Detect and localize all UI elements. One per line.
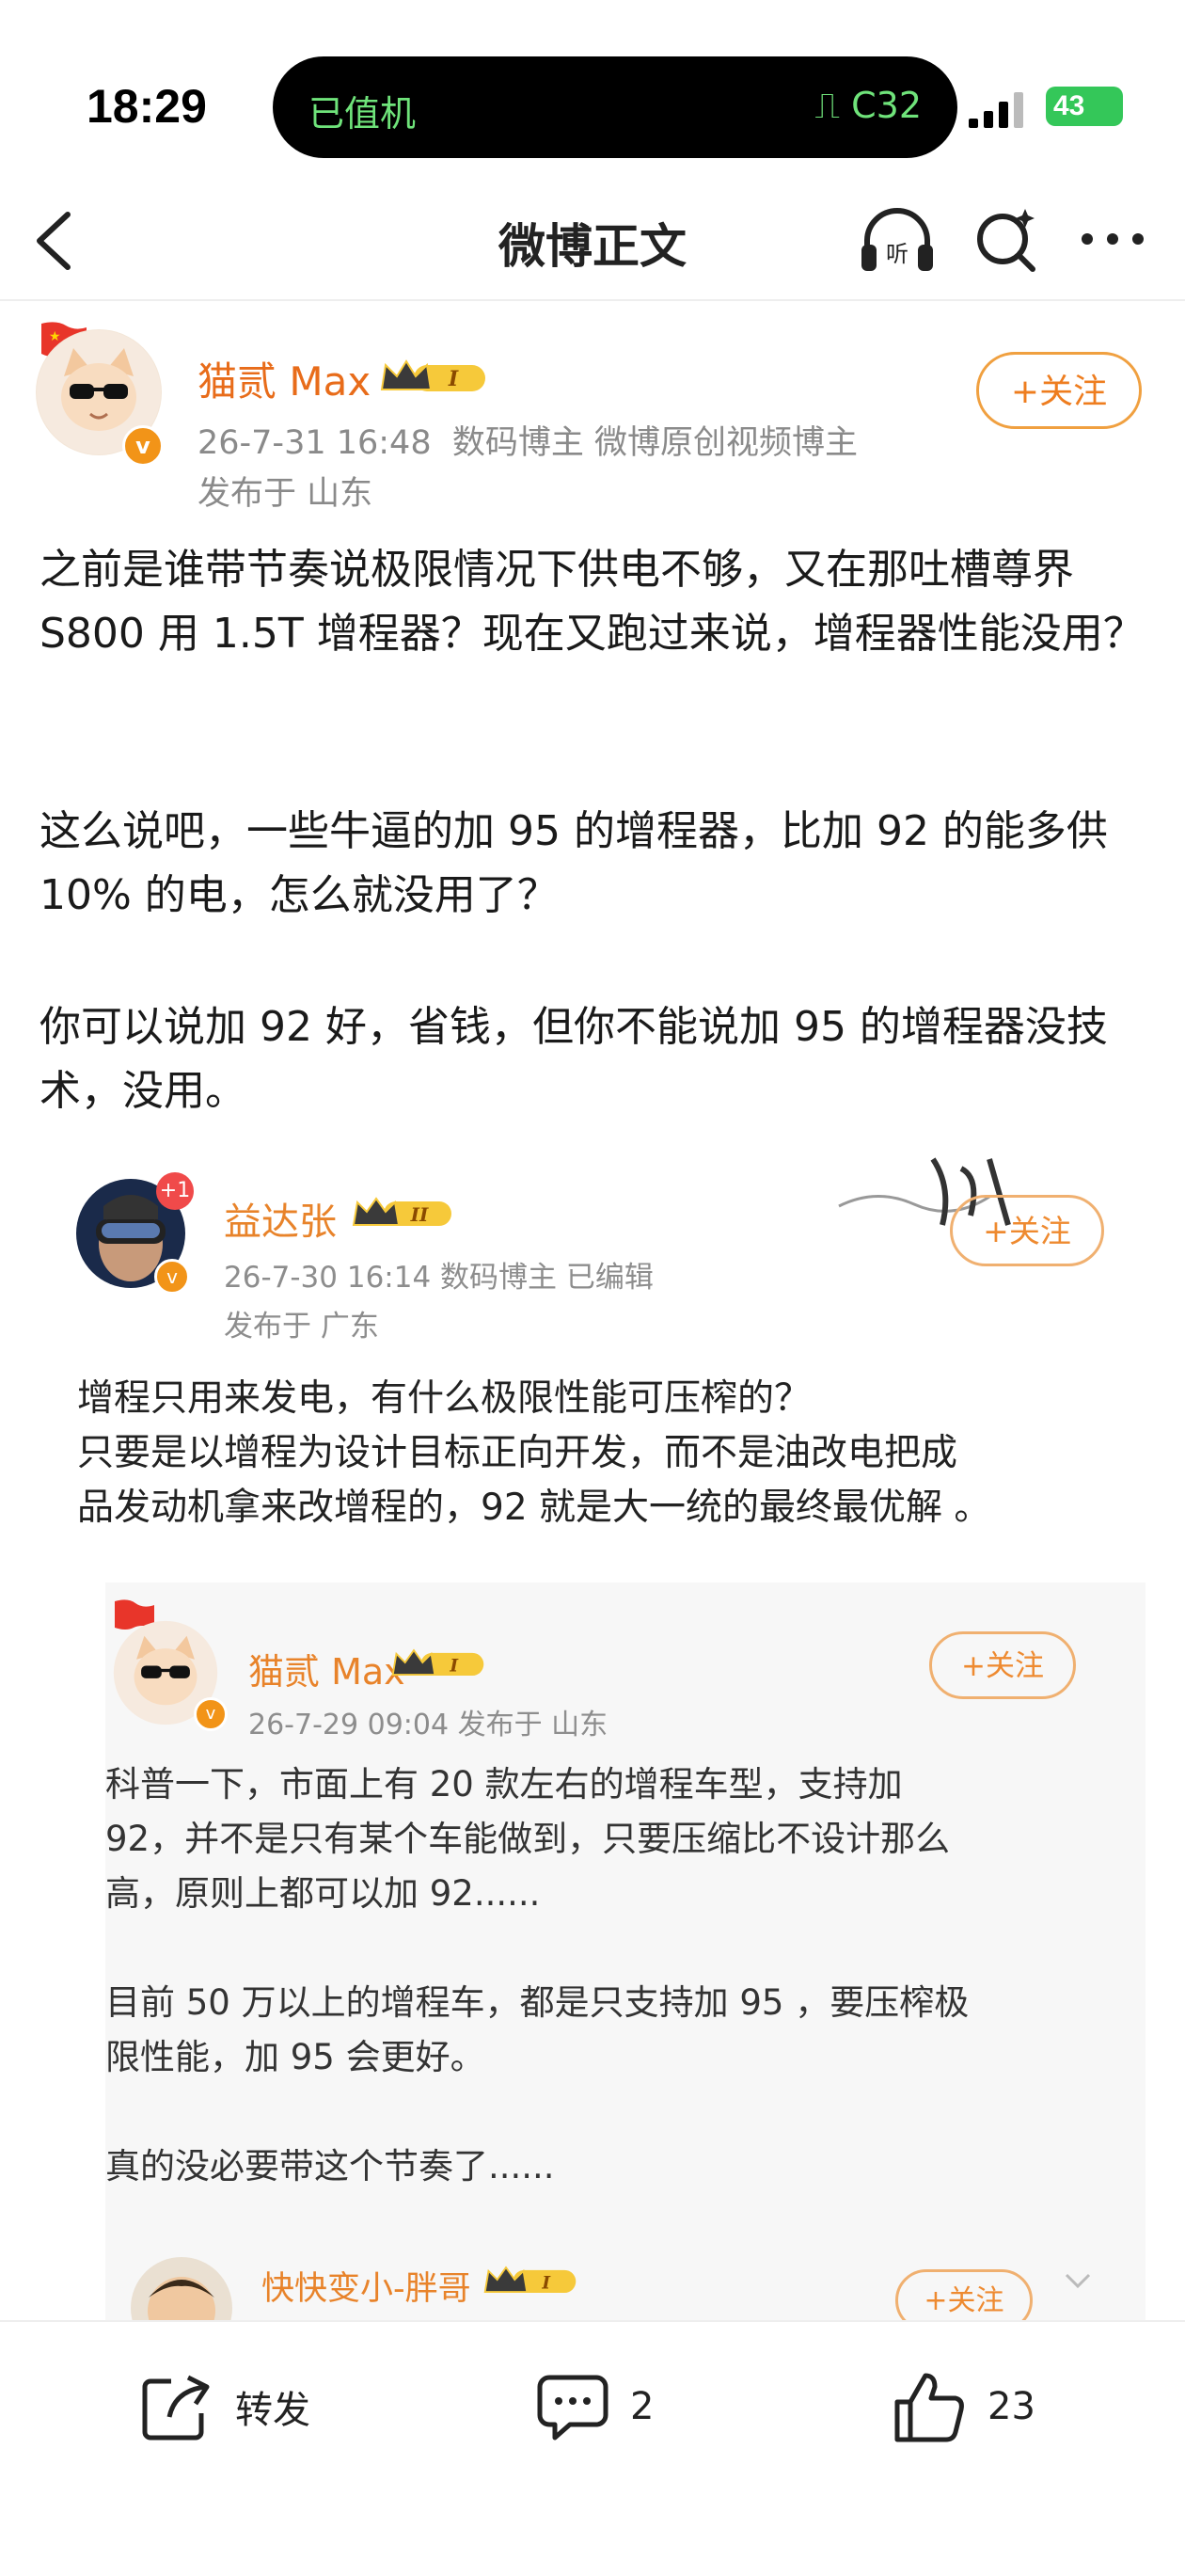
quoted-text-line-2: 只要是以增程为设计目标正向开发，而不是油改电把成 xyxy=(77,1432,958,1474)
gate-info: ⎍ C32 xyxy=(814,85,922,126)
svg-text:听: 听 xyxy=(886,241,908,267)
verified-badge-icon: v xyxy=(122,425,164,467)
next-reply-avatar[interactable] xyxy=(130,2256,233,2320)
repost-button[interactable]: 转发 xyxy=(141,2369,310,2444)
quoted-follow-button[interactable]: +关注 xyxy=(950,1195,1104,1266)
quoted-text-line-1: 增程只用来发电，有什么极限性能可压榨的？ xyxy=(77,1377,812,1420)
quoted-verified-icon: v xyxy=(154,1259,190,1295)
post-meta: 26-7-31 16:48 数码博主 微博原创视频博主 xyxy=(198,416,858,464)
nested-follow-button[interactable]: +关注 xyxy=(929,1631,1076,1699)
dynamic-island[interactable]: 已值机 ⎍ C32 xyxy=(273,56,957,158)
nested-author-name[interactable]: 猫贰 Max xyxy=(248,1643,405,1694)
post-location: 发布于 山东 xyxy=(198,475,373,513)
flight-status: 已值机 xyxy=(308,93,417,135)
svg-text:I: I xyxy=(541,2273,551,2293)
repost-icon xyxy=(142,2375,210,2441)
quoted-avatar-badge: +1 xyxy=(156,1172,194,1210)
nested-text-line-3: 高，原则上都可以加 92...... xyxy=(105,1873,541,1914)
level-crown-badge-icon: I xyxy=(380,359,485,391)
nested-quoted-post[interactable]: v 猫贰 Max I 26-7-29 09:04 发布于 山东 +关注 科普一下… xyxy=(105,1582,1146,2320)
svg-text:II: II xyxy=(410,1203,429,1226)
more-options-icon[interactable] xyxy=(1078,228,1147,250)
author-name[interactable]: 猫贰 Max xyxy=(198,350,371,407)
bottom-action-bar: 转发 2 23 xyxy=(0,2320,1185,2576)
nested-text-line-2: 92，并不是只有某个车能做到，只要压缩比不设计那么 xyxy=(105,1819,951,1859)
nested-text-line-1: 科普一下，市面上有 20 款左右的增程车型，支持加 xyxy=(105,1764,903,1805)
quoted-level-badge-icon: II xyxy=(352,1197,451,1226)
next-reply-follow-button[interactable]: +关注 xyxy=(895,2269,1033,2320)
gate-icon: ⎍ xyxy=(814,85,852,126)
svg-text:I: I xyxy=(449,1656,459,1676)
battery-icon: 43 xyxy=(1046,87,1123,126)
quoted-meta: 26-7-30 16:14 数码博主 已编辑 xyxy=(224,1261,654,1295)
nested-level-badge-icon: I xyxy=(391,1648,484,1676)
quoted-author-name[interactable]: 益达张 xyxy=(224,1191,337,1246)
like-count: 23 xyxy=(988,2385,1035,2428)
nested-text-line-8: 真的没必要带这个节奏了...... xyxy=(105,2146,555,2186)
quoted-location: 发布于 广东 xyxy=(224,1310,379,1344)
like-button[interactable]: 23 xyxy=(893,2369,1035,2444)
nested-verified-icon: v xyxy=(194,1697,228,1731)
next-reply-author[interactable]: 快快变小-胖哥 xyxy=(261,2262,471,2310)
chevron-down-icon[interactable] xyxy=(1061,2269,1095,2292)
status-time: 18:29 xyxy=(87,80,207,133)
signal-icon xyxy=(969,90,1035,128)
quoted-text-line-3: 品发动机拿来改增程的，92 就是大一统的最终最优解 。 xyxy=(77,1487,991,1529)
svg-text:I: I xyxy=(448,367,459,391)
nested-text-line-5: 目前 50 万以上的增程车，都是只支持加 95 ，要压榨极 xyxy=(105,1982,970,2023)
post-image-screenshot[interactable]: +1 v 益达张 II 26-7-30 16:14 数码博主 已编辑 发布于 广… xyxy=(40,1150,1146,2320)
comment-button[interactable]: 2 xyxy=(536,2369,654,2444)
post-date: 26-7-31 16:48 xyxy=(198,424,432,462)
thumbs-up-icon xyxy=(894,2373,964,2442)
nav-divider xyxy=(0,299,1185,301)
post-paragraph-2: 这么说吧，一些牛逼的加 95 的增程器，比加 92 的能多供 10% 的电，怎么… xyxy=(40,807,1108,919)
comment-icon xyxy=(537,2375,608,2441)
post-paragraph-1: 之前是谁带节奏说极限情况下供电不够，又在那吐槽尊界 S800 用 1.5T 增程… xyxy=(40,546,1145,658)
repost-label: 转发 xyxy=(235,2389,310,2432)
nested-meta: 26-7-29 09:04 发布于 山东 xyxy=(248,1709,608,1741)
author-tags: 数码博主 微博原创视频博主 xyxy=(451,424,858,462)
comment-count: 2 xyxy=(630,2385,655,2428)
ai-search-icon[interactable] xyxy=(974,205,1040,275)
post-paragraph-3: 你可以说加 92 好，省钱，但你不能说加 95 的增程器没技术，没用。 xyxy=(40,1003,1108,1115)
follow-button[interactable]: +关注 xyxy=(976,352,1142,429)
nested-text-line-6: 限性能，加 95 会更好。 xyxy=(105,2037,485,2077)
next-reply-level-badge-icon: I xyxy=(483,2266,577,2293)
listen-headphones-icon[interactable]: 听 xyxy=(858,203,937,278)
